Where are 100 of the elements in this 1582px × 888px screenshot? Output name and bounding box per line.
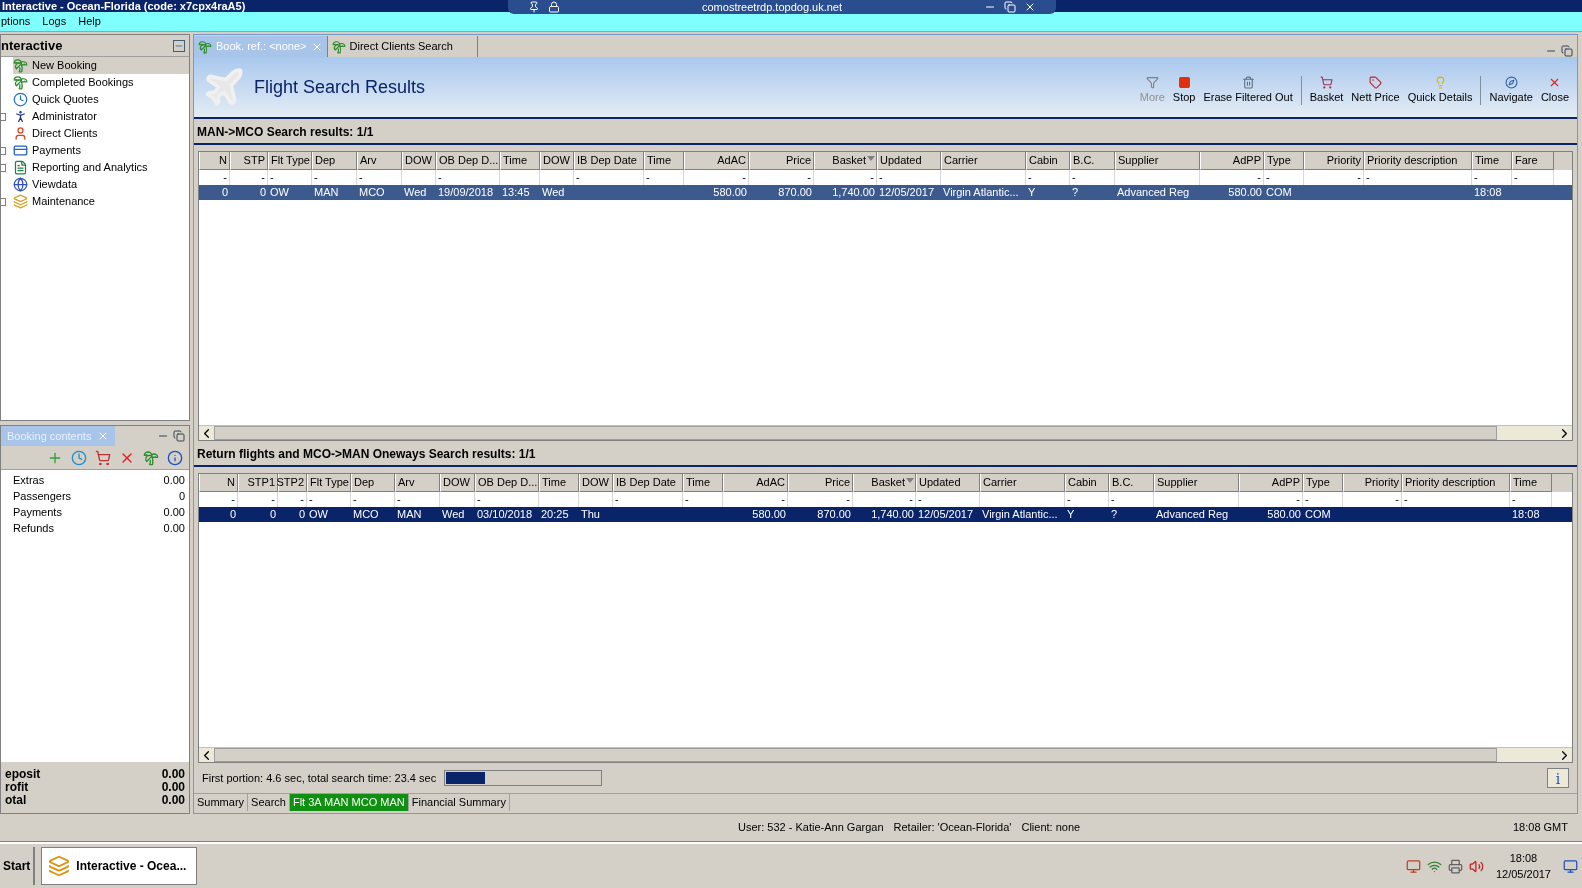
table-cell-text: Y [1028, 185, 1036, 201]
table-cell-text: Wed [442, 507, 465, 523]
table-cell-text: 870.00 [778, 185, 812, 201]
column-header[interactable]: Time [500, 152, 540, 170]
table-cell-text: 580.00 [752, 507, 786, 523]
column-header[interactable]: AdPP [1200, 152, 1264, 170]
toolbar-button[interactable]: Nett Price [1347, 75, 1404, 105]
column-header[interactable]: Time [1510, 474, 1552, 492]
table-cell-text: 580.00 [1267, 507, 1301, 523]
column-header[interactable]: Priority description [1402, 474, 1510, 492]
table-cell-text: 0 [269, 507, 276, 523]
column-header[interactable]: Arv [395, 474, 440, 492]
column-header[interactable]: Dep [351, 474, 395, 492]
column-header[interactable]: Updated [877, 152, 941, 170]
column-header[interactable]: Carrier [941, 152, 1026, 170]
column-header[interactable]: Carrier [980, 474, 1065, 492]
start-button[interactable]: Start [0, 847, 36, 885]
toolbar-button[interactable]: Quick Details [1403, 75, 1477, 105]
summary-label: Payments [13, 505, 62, 520]
menu-item[interactable]: Help [77, 13, 102, 30]
column-header[interactable]: Supplier [1154, 474, 1239, 492]
column-header[interactable]: STP [230, 152, 268, 170]
status-time: 18:08 GMT [1512, 820, 1568, 836]
column-header[interactable]: B.C. [1109, 474, 1154, 492]
column-header[interactable]: N [199, 152, 230, 170]
column-header[interactable]: Supplier [1115, 152, 1200, 170]
info-button[interactable]: i [1547, 768, 1569, 788]
column-header[interactable]: STP1 [238, 474, 278, 492]
toolbar-button[interactable]: Navigate [1480, 75, 1537, 105]
column-header[interactable]: OB Dep D... [436, 152, 500, 170]
menu-item[interactable]: Logs [41, 13, 68, 30]
window-title: Interactive - Ocean-Florida (code: x7cpx4raA5) [2, 0, 246, 12]
table-cell-text: ? [1072, 185, 1079, 201]
table-cell-text: 1,740.00 [871, 507, 914, 523]
column-header[interactable]: N [199, 474, 238, 492]
result-row[interactable]: 0 0 0 OW MCO MAN Wed 03/10/2018 20:25 Thu 580.00 870.00 1,740.00 12/05/2017 Virgin Atlantic... Y ? Advanced Reg 580.00 COM 18:08 [199, 507, 1572, 522]
column-header[interactable]: Flt Type [268, 152, 312, 170]
column-header[interactable]: Priority [1304, 152, 1364, 170]
column-header[interactable]: IB Dep Date [574, 152, 644, 170]
column-header[interactable]: IB Dep Date [613, 474, 683, 492]
results-heading: MAN->MCO Search results: 1/1 [197, 125, 374, 139]
total-value: 0.00 [161, 794, 185, 807]
table-cell-text: COM [1305, 507, 1331, 523]
column-header[interactable]: OB Dep D... [475, 474, 539, 492]
remote-host: comostreetrdp.topdog.uk.net [701, 1, 843, 13]
table-cell-text: 18:08 [1512, 507, 1540, 523]
table-cell-text: 0 [221, 185, 228, 201]
status-retailer: Retailer: 'Ocean-Florida' [893, 820, 1012, 836]
column-header[interactable]: Dep [312, 152, 357, 170]
bottom-tab[interactable]: Search [248, 794, 290, 811]
column-header[interactable]: Priority [1343, 474, 1402, 492]
total-value: 0.00 [161, 781, 185, 794]
column-header[interactable]: Basket [853, 474, 916, 492]
column-header[interactable]: AdAC [723, 474, 788, 492]
column-header[interactable]: Type [1303, 474, 1343, 492]
column-header[interactable]: Time [644, 152, 684, 170]
bottom-tab[interactable]: Summary [194, 794, 249, 811]
table-cell-text: MAN [314, 185, 339, 201]
bottom-tab[interactable]: Flt 3A MAN MCO MAN [289, 794, 409, 811]
column-header[interactable]: DOW [540, 152, 574, 170]
toolbar-button[interactable]: Stop [1168, 75, 1200, 105]
column-header[interactable]: AdAC [684, 152, 749, 170]
toolbar-button[interactable]: Basket [1300, 75, 1348, 105]
column-header[interactable]: DOW [579, 474, 613, 492]
page-title: Flight Search Results [254, 75, 426, 99]
column-header[interactable]: Arv [357, 152, 402, 170]
column-header[interactable]: Fare [1512, 152, 1554, 170]
menu-item[interactable]: ptions [0, 13, 32, 30]
table-cell-text: 580.00 [1228, 185, 1262, 201]
column-header[interactable]: STP2 [278, 474, 307, 492]
column-header[interactable]: Price [749, 152, 814, 170]
toolbar-button[interactable]: Erase Filtered Out [1199, 75, 1297, 105]
column-header[interactable]: Time [539, 474, 579, 492]
column-header[interactable]: Time [1472, 152, 1512, 170]
column-header[interactable]: Basket [814, 152, 877, 170]
column-header[interactable]: DOW [402, 152, 436, 170]
column-header[interactable]: Priority description [1364, 152, 1472, 170]
search-time-text: First portion: 4.6 sec, total search time: 23.4 sec [202, 770, 437, 786]
table-cell-text: OW [309, 507, 328, 523]
table-cell-text: 12/05/2017 [879, 185, 935, 201]
column-header[interactable]: Time [683, 474, 723, 492]
table-cell-text: ? [1111, 507, 1118, 523]
taskbar-task-button[interactable]: Interactive - Ocea... [41, 847, 198, 885]
column-header[interactable]: Price [788, 474, 853, 492]
column-header[interactable]: DOW [440, 474, 475, 492]
total-label: rofit [5, 781, 29, 794]
table-cell-text: Virgin Atlantic... [982, 507, 1058, 523]
table-cell-text: Thu [581, 507, 600, 523]
column-header[interactable]: Cabin [1026, 152, 1070, 170]
column-header[interactable]: B.C. [1070, 152, 1115, 170]
column-header[interactable]: AdPP [1239, 474, 1303, 492]
table-cell-text: 0 [298, 507, 305, 523]
result-row[interactable]: 0 0 OW MAN MCO Wed 19/09/2018 13:45 Wed 580.00 870.00 1,740.00 12/05/2017 Virgin Atlantic... Y ? Advanced Reg 580.00 COM 18:08 [199, 185, 1572, 200]
column-header[interactable]: Flt Type [307, 474, 351, 492]
column-header[interactable]: Updated [916, 474, 980, 492]
toolbar-button[interactable]: Close [1536, 75, 1573, 105]
table-cell-text: Advanced Reg [1156, 507, 1229, 523]
column-header[interactable]: Cabin [1065, 474, 1109, 492]
column-header[interactable]: Type [1264, 152, 1304, 170]
nav-item[interactable]: New Booking [13, 57, 189, 74]
